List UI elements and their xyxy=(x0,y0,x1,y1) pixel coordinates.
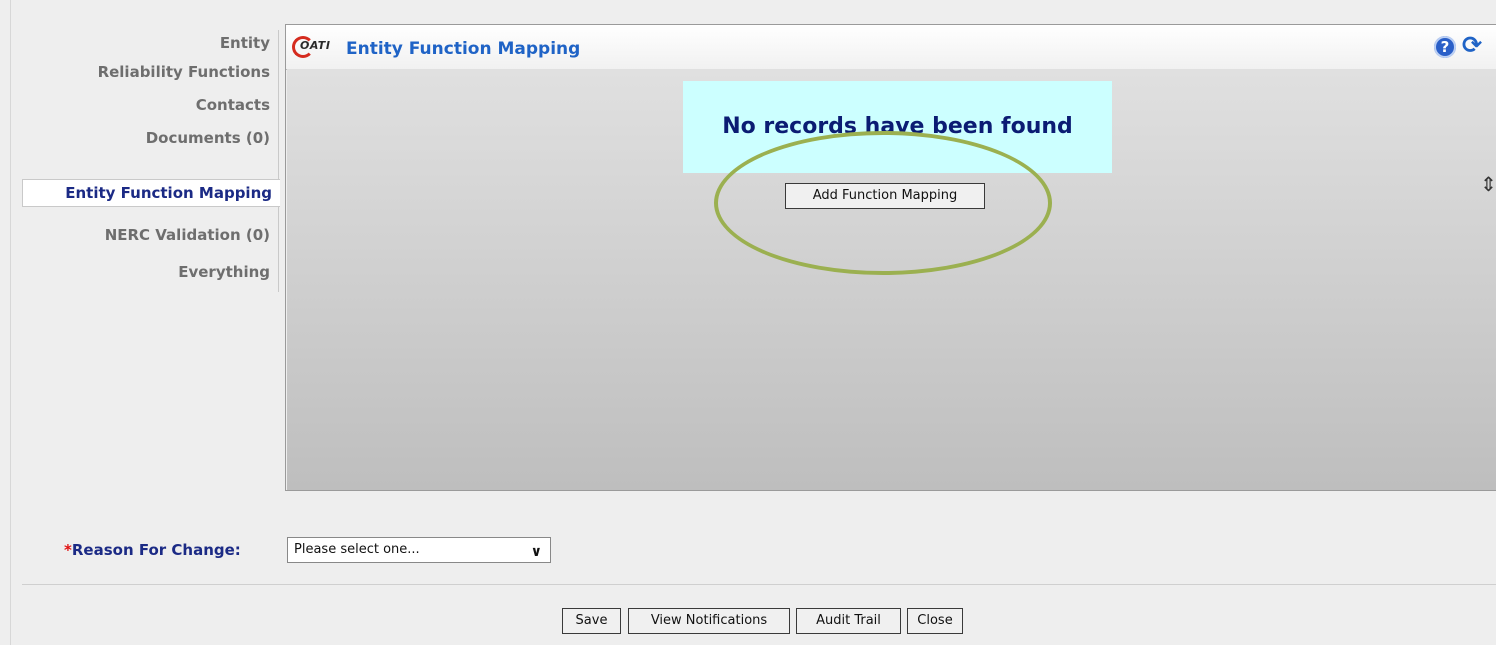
scroll-toggle-icon[interactable]: ⇕ xyxy=(1480,174,1496,194)
footer-divider xyxy=(22,584,1496,585)
close-button[interactable]: Close xyxy=(907,608,963,634)
reason-for-change-label: *Reason For Change: xyxy=(64,541,241,559)
entity-function-mapping-panel: OATI Entity Function Mapping ? ⟳ No reco… xyxy=(285,24,1496,491)
audit-trail-button[interactable]: Audit Trail xyxy=(796,608,901,634)
save-button[interactable]: Save xyxy=(562,608,621,634)
required-mark: * xyxy=(64,541,72,559)
panel-header: OATI Entity Function Mapping ? ⟳ xyxy=(286,25,1496,70)
reason-for-change-select[interactable]: Please select one... ∨ xyxy=(287,537,551,563)
panel-body: No records have been found Add Function … xyxy=(287,69,1496,490)
page: Entity Reliability Functions Contacts Do… xyxy=(0,0,1496,645)
sidebar-item-documents[interactable]: Documents (0) xyxy=(146,125,270,151)
refresh-icon[interactable]: ⟳ xyxy=(1462,31,1482,59)
panel-title: Entity Function Mapping xyxy=(346,39,581,59)
sidebar-item-entity[interactable]: Entity xyxy=(220,30,270,56)
reason-select-value: Please select one... xyxy=(294,542,420,557)
sidebar-item-contacts[interactable]: Contacts xyxy=(196,92,270,118)
add-function-mapping-button[interactable]: Add Function Mapping xyxy=(785,183,985,209)
sidebar-nav: Entity Reliability Functions Contacts Do… xyxy=(22,30,280,292)
help-icon[interactable]: ? xyxy=(1434,36,1456,58)
oati-logo-text: OATI xyxy=(300,39,331,52)
sidebar-item-nerc-validation[interactable]: NERC Validation (0) xyxy=(105,222,270,248)
sidebar-item-entity-function-mapping[interactable]: Entity Function Mapping xyxy=(22,179,280,207)
sidebar-item-everything[interactable]: Everything xyxy=(178,259,270,285)
chevron-down-icon: ∨ xyxy=(530,544,542,560)
sidebar-item-reliability-functions[interactable]: Reliability Functions xyxy=(98,59,270,85)
empty-message: No records have been found xyxy=(683,81,1112,173)
left-border xyxy=(10,0,11,645)
reason-label-text: Reason For Change: xyxy=(71,541,241,559)
view-notifications-button[interactable]: View Notifications xyxy=(628,608,790,634)
